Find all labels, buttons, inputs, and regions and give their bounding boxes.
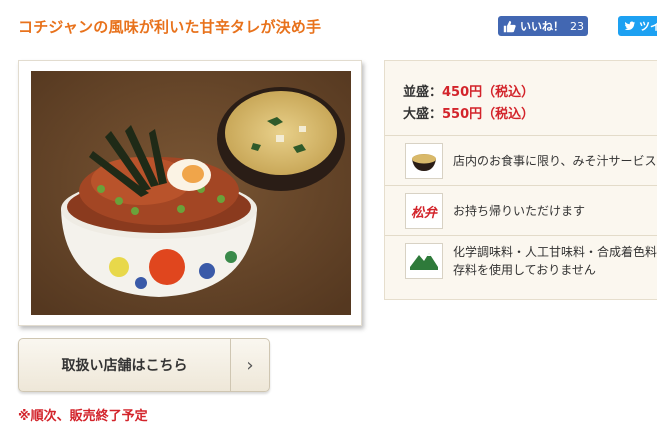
thumbs-up-icon (503, 20, 516, 32)
product-photo-frame (18, 60, 362, 326)
divider (385, 135, 657, 136)
feature-miso-text: 店内のお食事に限り、みそ汁サービス (453, 154, 657, 168)
divider (385, 185, 657, 186)
divider (385, 235, 657, 236)
like-label: いいね！ (520, 20, 564, 33)
matsuben-takeout-icon: 松弁 (405, 193, 443, 229)
price-large-value: 550円（税込） (442, 107, 535, 122)
tweet-label: ツイ (639, 20, 657, 33)
price-large-label: 大盛： (403, 107, 443, 122)
feature-additives-line1: 化学調味料・人工甘味料・合成着色料 (453, 245, 657, 259)
no-additives-mountain-icon (405, 243, 443, 279)
twitter-bird-icon (624, 21, 636, 31)
price-large: 大盛：550円（税込） (403, 103, 534, 122)
feature-takeout-text: お持ち帰りいただけます (453, 204, 586, 218)
store-finder-button[interactable]: 取扱い店舗はこちら › (18, 338, 270, 392)
miso-soup-icon (405, 143, 443, 179)
matsuben-logo-text: 松弁 (410, 205, 437, 221)
feature-additives-line2: 存料を使用しておりません (453, 263, 596, 277)
product-info-panel: 並盛：450円（税込） 大盛：550円（税込） 店内のお食事に限り、みそ汁サービ… (384, 60, 657, 300)
price-regular: 並盛：450円（税込） (403, 81, 534, 100)
twitter-tweet-button[interactable]: ツイ (618, 16, 657, 36)
chevron-right-icon: › (230, 339, 269, 391)
price-regular-value: 450円（税込） (442, 85, 535, 100)
product-headline: コチジャンの風味が利いた甘辛タレが決め手 (18, 18, 322, 36)
like-count: 23 (570, 19, 584, 33)
price-regular-label: 並盛： (403, 85, 443, 100)
bowl-illustration (31, 71, 351, 315)
store-finder-label: 取扱い店舗はこちら (61, 358, 188, 374)
facebook-like-button[interactable]: いいね！ 23 (498, 16, 588, 36)
end-of-sale-notice: ※順次、販売終了予定 (18, 409, 148, 424)
feature-additives-text: 化学調味料・人工甘味料・合成着色料 存料を使用しておりません (453, 243, 657, 279)
product-photo (31, 71, 351, 315)
